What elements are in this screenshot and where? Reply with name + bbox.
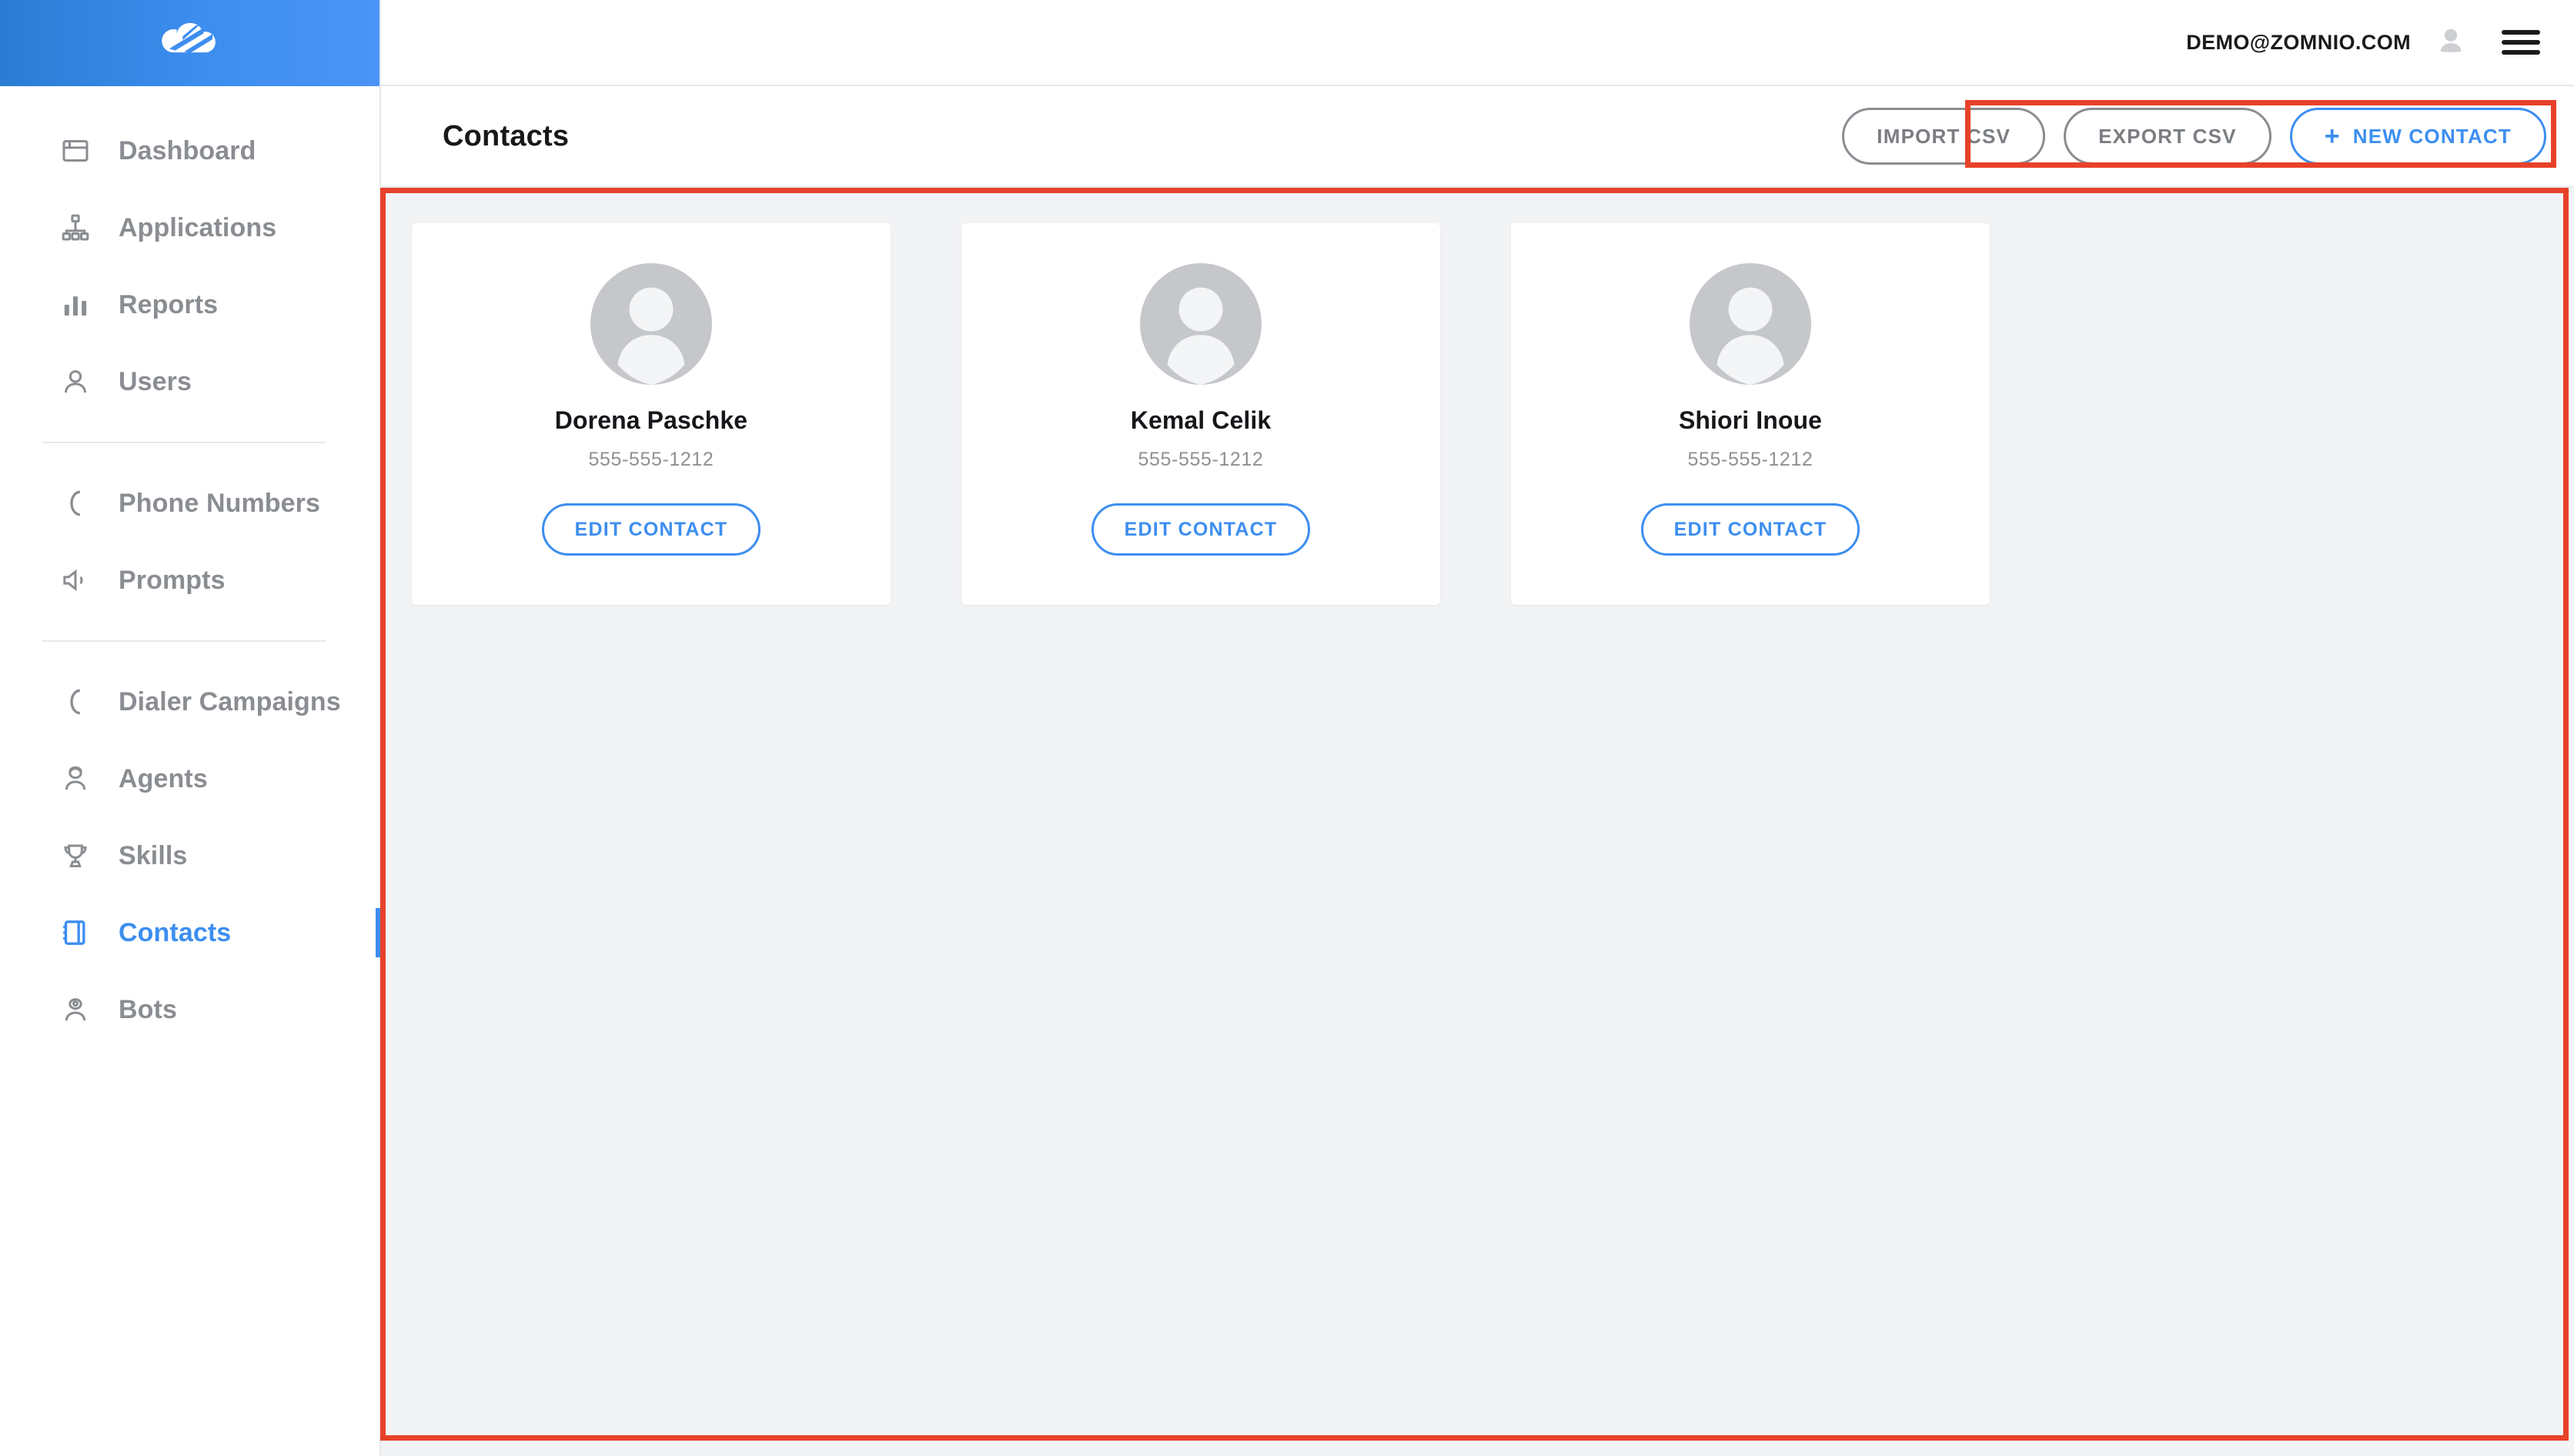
trophy-icon xyxy=(58,839,92,873)
sidebar-item-applications[interactable]: Applications xyxy=(0,189,379,266)
cloud-logo-icon[interactable] xyxy=(160,21,220,65)
sidebar-item-contacts[interactable]: Contacts xyxy=(0,894,381,971)
contact-avatar-icon xyxy=(1690,263,1811,385)
sidebar-item-label: Agents xyxy=(119,763,208,793)
contact-name: Dorena Paschke xyxy=(554,406,748,434)
sidebar-item-label: Phone Numbers xyxy=(119,488,321,518)
edit-contact-button[interactable]: EDIT CONTACT xyxy=(1640,503,1860,556)
contact-card[interactable]: Dorena Paschke 555-555-1212 EDIT CONTACT xyxy=(412,223,891,605)
hamburger-menu-icon[interactable] xyxy=(2502,27,2540,58)
sidebar-item-label: Contacts xyxy=(119,917,232,947)
sidebar-active-indicator xyxy=(376,908,381,957)
sidebar-group-1: Dashboard Applications Reports Users xyxy=(0,112,379,420)
import-csv-label: IMPORT CSV xyxy=(1877,124,2011,148)
page-title: Contacts xyxy=(443,119,570,152)
sidebar-item-skills[interactable]: Skills xyxy=(0,817,379,894)
contact-avatar-icon xyxy=(1140,263,1262,385)
headset-user-icon xyxy=(58,762,92,796)
contact-card[interactable]: Shiori Inoue 555-555-1212 EDIT CONTACT xyxy=(1511,223,1990,605)
sidebar-item-users[interactable]: Users xyxy=(0,343,379,420)
user-avatar-icon[interactable] xyxy=(2434,25,2468,59)
sitemap-icon xyxy=(58,211,92,245)
user-email-label: DEMO@ZOMNIO.COM xyxy=(2186,30,2411,54)
page-toolbar: Contacts IMPORT CSV EXPORT CSV + NEW CON… xyxy=(381,86,2574,188)
sidebar-item-label: Skills xyxy=(119,840,188,870)
sidebar-item-label: Reports xyxy=(119,289,219,319)
app-root: Dashboard Applications Reports Users Pho… xyxy=(0,0,2574,1456)
bar-chart-icon xyxy=(58,288,92,322)
new-contact-button[interactable]: + NEW CONTACT xyxy=(2289,108,2546,165)
contacts-content: Dorena Paschke 555-555-1212 EDIT CONTACT… xyxy=(381,188,2574,1456)
speaker-icon xyxy=(58,563,92,597)
sidebar: Dashboard Applications Reports Users Pho… xyxy=(0,0,381,1456)
sidebar-group-3: Dialer Campaigns Agents Skills Contacts … xyxy=(0,663,381,1048)
user-icon xyxy=(58,365,92,399)
sidebar-item-label: Dialer Campaigns xyxy=(119,686,341,716)
contact-name: Kemal Celik xyxy=(1130,406,1272,434)
phone-icon xyxy=(58,486,92,520)
sidebar-item-dashboard[interactable]: Dashboard xyxy=(0,112,379,189)
contact-phone: 555-555-1212 xyxy=(1687,449,1814,470)
sidebar-item-reports[interactable]: Reports xyxy=(0,266,379,343)
page-actions: IMPORT CSV EXPORT CSV + NEW CONTACT xyxy=(1842,108,2546,165)
sidebar-item-label: Users xyxy=(119,366,192,396)
address-book-icon xyxy=(58,916,92,950)
window-icon xyxy=(58,134,92,168)
contact-phone: 555-555-1212 xyxy=(588,449,714,470)
contact-card[interactable]: Kemal Celik 555-555-1212 EDIT CONTACT xyxy=(961,223,1440,605)
sidebar-item-prompts[interactable]: Prompts xyxy=(0,542,379,619)
sidebar-item-label: Dashboard xyxy=(119,135,256,165)
phone-icon xyxy=(58,685,92,719)
sidebar-divider-2 xyxy=(42,640,326,642)
sidebar-item-bots[interactable]: Bots xyxy=(0,971,379,1048)
sidebar-nav: Dashboard Applications Reports Users Pho… xyxy=(0,86,381,1048)
edit-contact-button[interactable]: EDIT CONTACT xyxy=(541,503,761,556)
sidebar-divider-1 xyxy=(42,442,326,443)
sidebar-item-label: Bots xyxy=(119,994,177,1024)
main-area: DEMO@ZOMNIO.COM Contacts IMPORT CSV EXPO… xyxy=(381,0,2574,1456)
plus-icon: + xyxy=(2324,122,2341,151)
contact-card-grid: Dorena Paschke 555-555-1212 EDIT CONTACT… xyxy=(412,223,2574,605)
sidebar-item-label: Prompts xyxy=(119,565,226,595)
new-contact-label: NEW CONTACT xyxy=(2352,124,2512,148)
import-csv-button[interactable]: IMPORT CSV xyxy=(1842,108,2046,165)
sidebar-item-dialer-campaigns[interactable]: Dialer Campaigns xyxy=(0,663,379,740)
contact-name: Shiori Inoue xyxy=(1678,406,1823,434)
contact-phone: 555-555-1212 xyxy=(1138,449,1264,470)
sidebar-item-label: Applications xyxy=(119,212,277,242)
contact-avatar-icon xyxy=(590,263,712,385)
sidebar-item-agents[interactable]: Agents xyxy=(0,740,379,817)
sidebar-item-phone-numbers[interactable]: Phone Numbers xyxy=(0,465,379,542)
edit-contact-button[interactable]: EDIT CONTACT xyxy=(1091,503,1311,556)
brand-header xyxy=(0,0,379,86)
sidebar-group-2: Phone Numbers Prompts xyxy=(0,465,379,619)
export-csv-label: EXPORT CSV xyxy=(2098,124,2237,148)
export-csv-button[interactable]: EXPORT CSV xyxy=(2064,108,2271,165)
robot-icon xyxy=(58,993,92,1027)
top-bar: DEMO@ZOMNIO.COM xyxy=(381,0,2574,86)
